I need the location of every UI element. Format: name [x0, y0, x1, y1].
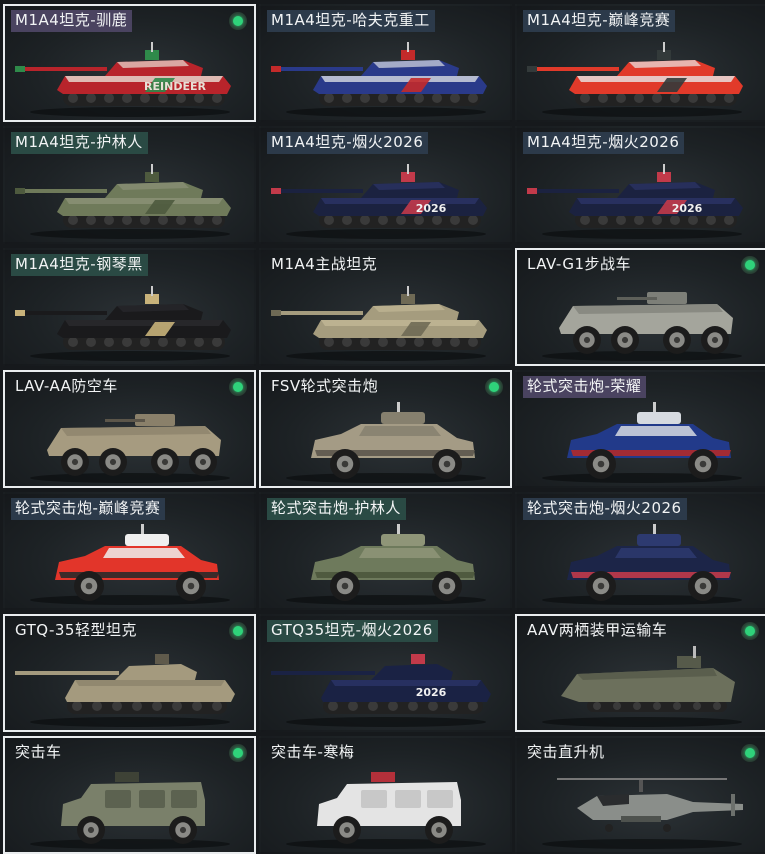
vehicle-model [286, 772, 486, 849]
owned-indicator-icon [229, 12, 247, 30]
vehicle-skin-name: M1A4坦克-驯鹿 [11, 10, 133, 32]
vehicle-illustration [271, 286, 487, 361]
owned-indicator-icon [229, 622, 247, 640]
vehicle-model [15, 164, 231, 239]
vehicle-skin-name: M1A4主战坦克 [271, 255, 378, 273]
vehicle-model [542, 292, 742, 361]
vehicle-illustration: 2026 [271, 164, 487, 239]
vehicle-skin-card[interactable]: 突击直升机 [515, 736, 765, 854]
vehicle-skin-name: 突击车 [15, 743, 62, 761]
vehicle-decal-text: 2026 [416, 202, 447, 215]
vehicle-skin-card[interactable]: REINDEER M1A4坦克-驯鹿 [3, 4, 256, 122]
vehicle-illustration [542, 524, 742, 605]
vehicle-skin-card[interactable]: 2026 GTQ35坦克-烟火2026 [259, 614, 512, 732]
vehicle-skin-name: M1A4坦克-钢琴黑 [11, 254, 148, 276]
vehicle-model [15, 286, 231, 361]
vehicle-model: 2026 [271, 654, 491, 727]
vehicle-skin-name: M1A4坦克-烟火2026 [523, 132, 685, 154]
vehicle-illustration [286, 402, 486, 483]
vehicle-model [542, 778, 743, 849]
vehicle-model [542, 524, 742, 605]
vehicle-skin-name: M1A4坦克-烟火2026 [267, 132, 429, 154]
vehicle-skin-name: 轮式突击炮-巅峰竞赛 [11, 498, 166, 520]
vehicle-skin-card[interactable]: M1A4坦克-哈夫克重工 [259, 4, 512, 122]
vehicle-skin-card[interactable]: GTQ-35轻型坦克 [3, 614, 256, 732]
vehicle-decal-text: 2026 [672, 202, 703, 215]
vehicle-skin-card[interactable]: M1A4坦克-钢琴黑 [3, 248, 256, 366]
vehicle-illustration [30, 524, 230, 605]
vehicle-skin-name: M1A4坦克-护林人 [11, 132, 148, 154]
vehicle-illustration [542, 646, 742, 727]
vehicle-skin-name: M1A4坦克-哈夫克重工 [267, 10, 435, 32]
vehicle-model [15, 654, 235, 727]
vehicle-skin-card[interactable]: 2026 M1A4坦克-烟火2026 [259, 126, 512, 244]
vehicle-decal-text: 2026 [416, 686, 447, 699]
vehicle-skin-card[interactable]: 轮式突击炮-巅峰竞赛 [3, 492, 256, 610]
vehicle-decal-text: REINDEER [144, 80, 206, 93]
vehicle-skin-card[interactable]: 突击车 [3, 736, 256, 854]
vehicle-model [271, 286, 487, 361]
vehicle-illustration [286, 524, 486, 605]
vehicle-skin-name: AAV两栖装甲运输车 [527, 621, 668, 639]
vehicle-illustration [30, 772, 230, 849]
vehicle-illustration [542, 292, 742, 361]
vehicle-skin-name: GTQ35坦克-烟火2026 [267, 620, 438, 642]
vehicle-skin-name: 突击直升机 [527, 743, 605, 761]
vehicle-skin-card[interactable]: LAV-AA防空车 [3, 370, 256, 488]
vehicle-model [286, 402, 486, 483]
owned-indicator-icon [229, 744, 247, 762]
vehicle-illustration: 2026 [271, 654, 491, 727]
owned-indicator-icon [741, 744, 759, 762]
vehicle-skin-name: LAV-AA防空车 [15, 377, 118, 395]
vehicle-illustration [271, 42, 487, 117]
vehicle-skin-name: 突击车-寒梅 [271, 743, 355, 761]
vehicle-skin-card[interactable]: 轮式突击炮-烟火2026 [515, 492, 765, 610]
vehicle-skin-card[interactable]: M1A4坦克-巅峰竞赛 [515, 4, 765, 122]
vehicle-model [30, 414, 230, 483]
vehicle-skin-card[interactable]: M1A4主战坦克 [259, 248, 512, 366]
vehicle-model: 2026 [271, 164, 487, 239]
owned-indicator-icon [485, 378, 503, 396]
vehicle-model: 2026 [527, 164, 743, 239]
vehicle-skin-card[interactable]: AAV两栖装甲运输车 [515, 614, 765, 732]
vehicle-skin-card[interactable]: 轮式突击炮-荣耀 [515, 370, 765, 488]
vehicle-skin-card[interactable]: M1A4坦克-护林人 [3, 126, 256, 244]
vehicle-skin-card[interactable]: 突击车-寒梅 [259, 736, 512, 854]
vehicle-model [527, 42, 743, 117]
owned-indicator-icon [229, 378, 247, 396]
vehicle-model [30, 772, 230, 849]
vehicle-skin-name: 轮式突击炮-荣耀 [523, 376, 647, 398]
vehicle-illustration [30, 414, 230, 483]
vehicle-skin-name: LAV-G1步战车 [527, 255, 632, 273]
vehicle-illustration [527, 42, 743, 117]
vehicle-skin-name: 轮式突击炮-烟火2026 [523, 498, 687, 520]
vehicle-skin-card[interactable]: 轮式突击炮-护林人 [259, 492, 512, 610]
vehicle-illustration [542, 778, 743, 849]
owned-indicator-icon [741, 256, 759, 274]
vehicle-illustration [542, 402, 742, 483]
vehicle-model [542, 646, 742, 727]
vehicle-illustration: 2026 [527, 164, 743, 239]
vehicle-illustration [15, 286, 231, 361]
vehicle-illustration [15, 164, 231, 239]
vehicle-skin-grid: REINDEER M1A4坦克-驯鹿 M1A4坦克-哈夫克重工 M1A4坦克-巅峰竞赛… [0, 0, 765, 854]
vehicle-model [286, 524, 486, 605]
vehicle-skin-card[interactable]: FSV轮式突击炮 [259, 370, 512, 488]
vehicle-skin-name: GTQ-35轻型坦克 [15, 621, 137, 639]
vehicle-skin-name: 轮式突击炮-护林人 [267, 498, 406, 520]
vehicle-skin-name: M1A4坦克-巅峰竞赛 [523, 10, 676, 32]
vehicle-illustration [15, 654, 235, 727]
vehicle-model [542, 402, 742, 483]
vehicle-model [271, 42, 487, 117]
vehicle-illustration: REINDEER [15, 42, 231, 117]
vehicle-illustration [286, 772, 486, 849]
vehicle-model: REINDEER [15, 42, 231, 117]
vehicle-skin-name: FSV轮式突击炮 [271, 377, 379, 395]
vehicle-model [30, 524, 230, 605]
vehicle-skin-card[interactable]: LAV-G1步战车 [515, 248, 765, 366]
vehicle-skin-card[interactable]: 2026 M1A4坦克-烟火2026 [515, 126, 765, 244]
owned-indicator-icon [741, 622, 759, 640]
